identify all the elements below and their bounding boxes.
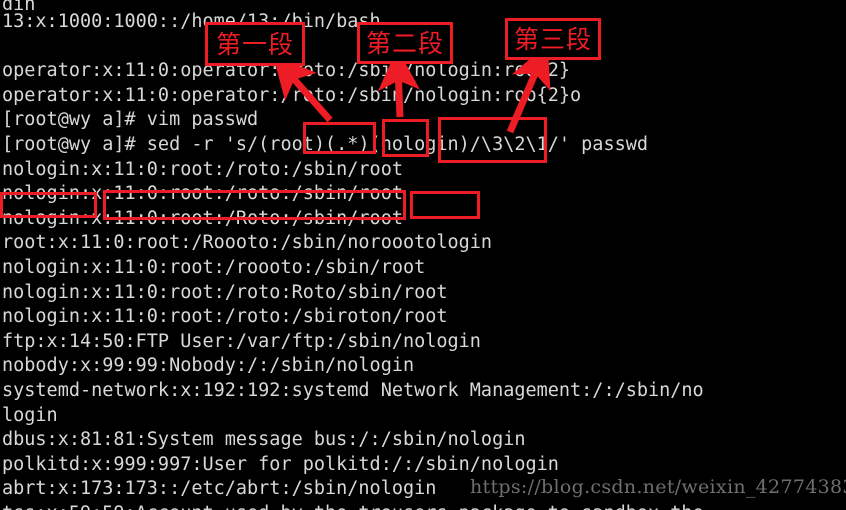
- terminal-line: nologin:x:11:0:root:/roto:Roto/sbin/root: [2, 281, 448, 303]
- terminal-line-highlighted-result: nologin:x:11:0:root:/Roto:/sbin/root: [2, 207, 403, 229]
- terminal-line: systemd-network:x:192:192:systemd Networ…: [2, 379, 704, 401]
- terminal-line: nologin:x:11:0:root:/roto:/sbin/root: [2, 158, 403, 180]
- terminal-output[interactable]: gin 13:x:1000:1000::/home/13:/bin/bash o…: [0, 0, 846, 510]
- terminal-line: polkitd:x:999:997:User for polkitd:/:/sb…: [2, 453, 559, 475]
- terminal-line: nologin:x:11:0:root:/roto:/sbin/root: [2, 183, 403, 205]
- terminal-line: operator:x:11:0:operator:/roto:/sbin/nol…: [2, 84, 582, 106]
- terminal-line: nobody:x:99:99:Nobody:/:/sbin/nologin: [2, 355, 415, 377]
- terminal-line: dbus:x:81:81:System message bus:/:/sbin/…: [2, 429, 526, 451]
- terminal-window: gin 13:x:1000:1000::/home/13:/bin/bash o…: [0, 0, 846, 510]
- terminal-line: ftp:x:14:50:FTP User:/var/ftp:/sbin/nolo…: [2, 330, 481, 352]
- terminal-line: 13:x:1000:1000::/home/13:/bin/bash: [2, 11, 381, 32]
- terminal-line: nologin:x:11:0:root:/roto:/sbiroton/root: [2, 306, 448, 328]
- terminal-line: login: [2, 404, 58, 426]
- terminal-line: gin: [0, 0, 846, 10]
- terminal-line: operator:x:11:0:operator:/roto:/sbin/nol…: [2, 60, 571, 82]
- terminal-line-command-vim: [root@wy a]# vim passwd: [2, 109, 259, 131]
- terminal-line: tss:x:59:59:Account used by the trousers…: [0, 502, 846, 510]
- terminal-line-command-sed: [root@wy a]# sed -r 's/(root)(.*)(nologi…: [2, 133, 649, 155]
- terminal-line: nologin:x:11:0:root:/roooto:/sbin/root: [2, 256, 426, 278]
- terminal-line: root:x:11:0:root:/Roooto:/sbin/noroootol…: [2, 232, 493, 254]
- watermark-text: https://blog.csdn.net/weixin_42774383: [470, 476, 846, 498]
